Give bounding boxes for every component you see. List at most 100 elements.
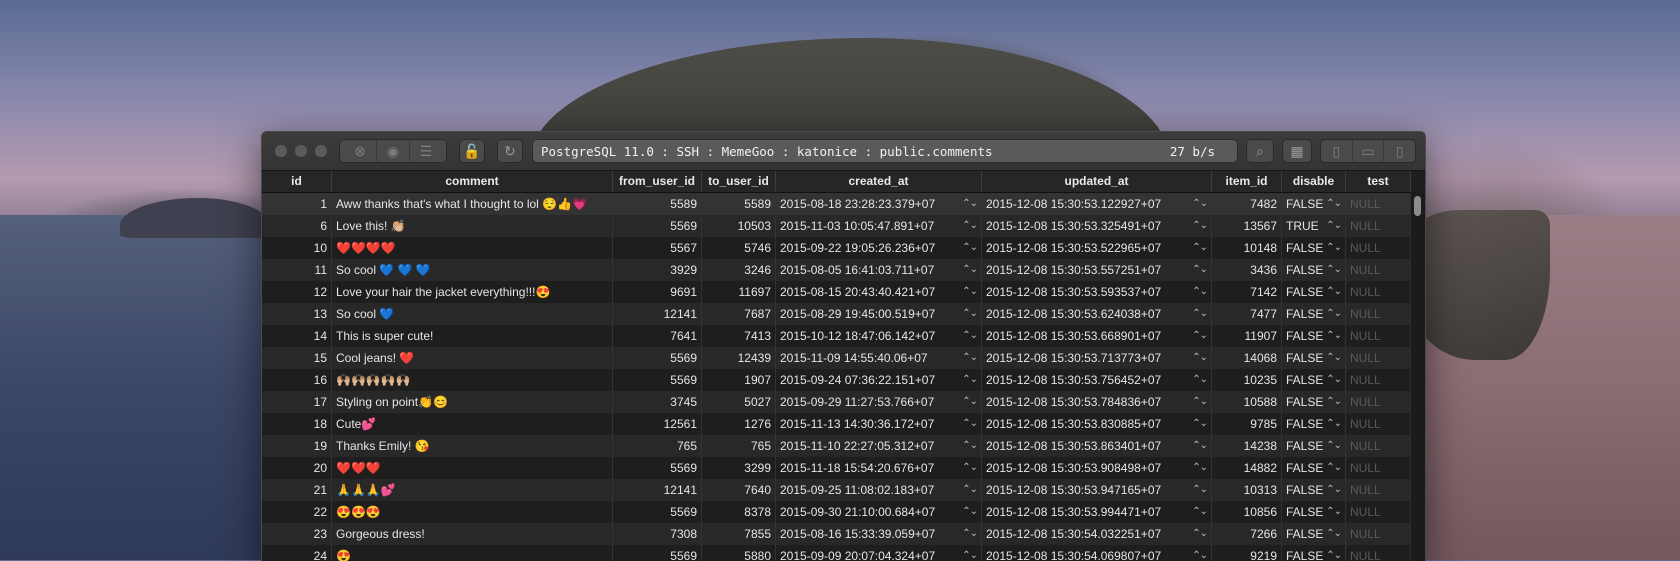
cell-from-user-id[interactable]: 12141 — [613, 303, 702, 325]
stepper-icon[interactable]: ⌃⌄ — [1326, 545, 1342, 561]
cell-test[interactable]: NULL — [1346, 435, 1411, 457]
cell-to-user-id[interactable]: 7413 — [702, 325, 776, 347]
lock-button[interactable]: 🔓 — [459, 139, 485, 163]
filter-list-icon[interactable]: ☰ — [409, 140, 442, 162]
column-header-comment[interactable]: comment — [332, 171, 613, 192]
cell-id[interactable]: 24 — [262, 545, 332, 561]
stepper-icon[interactable]: ⌃⌄ — [1326, 457, 1342, 479]
cell-updated-at[interactable]: 2015-12-08 15:30:53.863401+07 ⌃⌄ — [982, 435, 1212, 457]
cell-from-user-id[interactable]: 12561 — [613, 413, 702, 435]
cell-disable[interactable]: FALSE ⌃⌄ — [1282, 523, 1346, 545]
table-row[interactable]: 19 Thanks Emily! 😘 765 765 2015-11-10 22:27:… — [262, 435, 1411, 457]
column-header-disable[interactable]: disable — [1282, 171, 1346, 192]
cell-item-id[interactable]: 10313 — [1212, 479, 1282, 501]
cell-test[interactable]: NULL — [1346, 237, 1411, 259]
cell-to-user-id[interactable]: 1907 — [702, 369, 776, 391]
cell-disable[interactable]: FALSE ⌃⌄ — [1282, 237, 1346, 259]
stepper-icon[interactable]: ⌃⌄ — [1326, 347, 1342, 369]
table-row[interactable]: 23 Gorgeous dress! 7308 7855 2015-08-16 15:3… — [262, 523, 1411, 545]
cell-to-user-id[interactable]: 11697 — [702, 281, 776, 303]
cell-item-id[interactable]: 10148 — [1212, 237, 1282, 259]
cell-created-at[interactable]: 2015-08-29 19:45:00.519+07 ⌃⌄ — [776, 303, 982, 325]
cell-comment[interactable]: Aww thanks that's what I thought to lol … — [332, 193, 613, 215]
cell-from-user-id[interactable]: 5569 — [613, 457, 702, 479]
zoom-window-button[interactable] — [315, 145, 327, 157]
stepper-icon[interactable]: ⌃⌄ — [1326, 237, 1342, 259]
cell-item-id[interactable]: 7142 — [1212, 281, 1282, 303]
cell-comment[interactable]: ❤️❤️❤️❤️ — [332, 237, 613, 259]
cell-from-user-id[interactable]: 7641 — [613, 325, 702, 347]
cell-id[interactable]: 14 — [262, 325, 332, 347]
cell-test[interactable]: NULL — [1346, 193, 1411, 215]
cell-from-user-id[interactable]: 3745 — [613, 391, 702, 413]
stepper-icon[interactable]: ⌃⌄ — [962, 325, 978, 347]
cell-disable[interactable]: FALSE ⌃⌄ — [1282, 413, 1346, 435]
cell-id[interactable]: 16 — [262, 369, 332, 391]
cell-created-at[interactable]: 2015-11-18 15:54:20.676+07 ⌃⌄ — [776, 457, 982, 479]
cell-created-at[interactable]: 2015-08-05 16:41:03.711+07 ⌃⌄ — [776, 259, 982, 281]
stepper-icon[interactable]: ⌃⌄ — [1192, 413, 1208, 435]
cell-comment[interactable]: 🙌🏼🙌🏼🙌🏼🙌🏼🙌🏼 — [332, 369, 613, 391]
cell-updated-at[interactable]: 2015-12-08 15:30:53.624038+07 ⌃⌄ — [982, 303, 1212, 325]
cell-created-at[interactable]: 2015-08-16 15:33:39.059+07 ⌃⌄ — [776, 523, 982, 545]
cell-from-user-id[interactable]: 765 — [613, 435, 702, 457]
table-row[interactable]: 12 Love your hair the jacket everything!!… — [262, 281, 1411, 303]
stepper-icon[interactable]: ⌃⌄ — [962, 413, 978, 435]
cell-id[interactable]: 11 — [262, 259, 332, 281]
cell-test[interactable]: NULL — [1346, 215, 1411, 237]
cell-updated-at[interactable]: 2015-12-08 15:30:53.908498+07 ⌃⌄ — [982, 457, 1212, 479]
cell-to-user-id[interactable]: 7640 — [702, 479, 776, 501]
stepper-icon[interactable]: ⌃⌄ — [1326, 413, 1342, 435]
cell-disable[interactable]: FALSE ⌃⌄ — [1282, 303, 1346, 325]
stepper-icon[interactable]: ⌃⌄ — [962, 523, 978, 545]
stepper-icon[interactable]: ⌃⌄ — [1326, 281, 1342, 303]
cell-item-id[interactable]: 10856 — [1212, 501, 1282, 523]
stepper-icon[interactable]: ⌃⌄ — [1326, 215, 1342, 237]
cell-created-at[interactable]: 2015-11-03 10:05:47.891+07 ⌃⌄ — [776, 215, 982, 237]
cell-disable[interactable]: FALSE ⌃⌄ — [1282, 391, 1346, 413]
cell-comment[interactable]: Cool jeans! ❤️ — [332, 347, 613, 369]
column-header-to-user-id[interactable]: to_user_id — [702, 171, 776, 192]
stepper-icon[interactable]: ⌃⌄ — [1326, 479, 1342, 501]
cell-item-id[interactable]: 7482 — [1212, 193, 1282, 215]
stepper-icon[interactable]: ⌃⌄ — [1192, 259, 1208, 281]
cell-test[interactable]: NULL — [1346, 281, 1411, 303]
table-row[interactable]: 6 Love this! 👏🏼 5569 10503 2015-11-03 10:05:… — [262, 215, 1411, 237]
cell-disable[interactable]: FALSE ⌃⌄ — [1282, 501, 1346, 523]
stepper-icon[interactable]: ⌃⌄ — [1192, 325, 1208, 347]
cell-comment[interactable]: Love your hair the jacket everything!!!😍 — [332, 281, 613, 303]
cell-created-at[interactable]: 2015-09-30 21:10:00.684+07 ⌃⌄ — [776, 501, 982, 523]
stepper-icon[interactable]: ⌃⌄ — [1326, 193, 1342, 215]
cell-created-at[interactable]: 2015-09-25 11:08:02.183+07 ⌃⌄ — [776, 479, 982, 501]
cell-created-at[interactable]: 2015-10-12 18:47:06.142+07 ⌃⌄ — [776, 325, 982, 347]
cell-item-id[interactable]: 10235 — [1212, 369, 1282, 391]
cell-test[interactable]: NULL — [1346, 347, 1411, 369]
stepper-icon[interactable]: ⌃⌄ — [1326, 523, 1342, 545]
stepper-icon[interactable]: ⌃⌄ — [1192, 237, 1208, 259]
stepper-icon[interactable]: ⌃⌄ — [962, 369, 978, 391]
cell-id[interactable]: 20 — [262, 457, 332, 479]
cell-disable[interactable]: FALSE ⌃⌄ — [1282, 479, 1346, 501]
cell-id[interactable]: 18 — [262, 413, 332, 435]
cell-disable[interactable]: FALSE ⌃⌄ — [1282, 193, 1346, 215]
cell-test[interactable]: NULL — [1346, 325, 1411, 347]
stepper-icon[interactable]: ⌃⌄ — [962, 391, 978, 413]
column-header-test[interactable]: test — [1346, 171, 1411, 192]
cell-item-id[interactable]: 13567 — [1212, 215, 1282, 237]
cell-created-at[interactable]: 2015-09-22 19:05:26.236+07 ⌃⌄ — [776, 237, 982, 259]
cell-item-id[interactable]: 7477 — [1212, 303, 1282, 325]
cell-id[interactable]: 1 — [262, 193, 332, 215]
cell-item-id[interactable]: 3436 — [1212, 259, 1282, 281]
table-row[interactable]: 17 Styling on point👏😊 3745 5027 2015-09-29 1… — [262, 391, 1411, 413]
cell-disable[interactable]: FALSE ⌃⌄ — [1282, 545, 1346, 561]
right-sidebar-toggle-icon[interactable]: ▯ — [1383, 140, 1415, 162]
stepper-icon[interactable]: ⌃⌄ — [962, 435, 978, 457]
cell-comment[interactable]: This is super cute! — [332, 325, 613, 347]
minimize-window-button[interactable] — [295, 145, 307, 157]
cell-id[interactable]: 22 — [262, 501, 332, 523]
cell-id[interactable]: 6 — [262, 215, 332, 237]
cell-created-at[interactable]: 2015-08-15 20:43:40.421+07 ⌃⌄ — [776, 281, 982, 303]
stepper-icon[interactable]: ⌃⌄ — [1192, 281, 1208, 303]
stepper-icon[interactable]: ⌃⌄ — [1326, 325, 1342, 347]
table-row[interactable]: 18 Cute💕 12561 1276 2015-11-13 14:30:36.172+… — [262, 413, 1411, 435]
